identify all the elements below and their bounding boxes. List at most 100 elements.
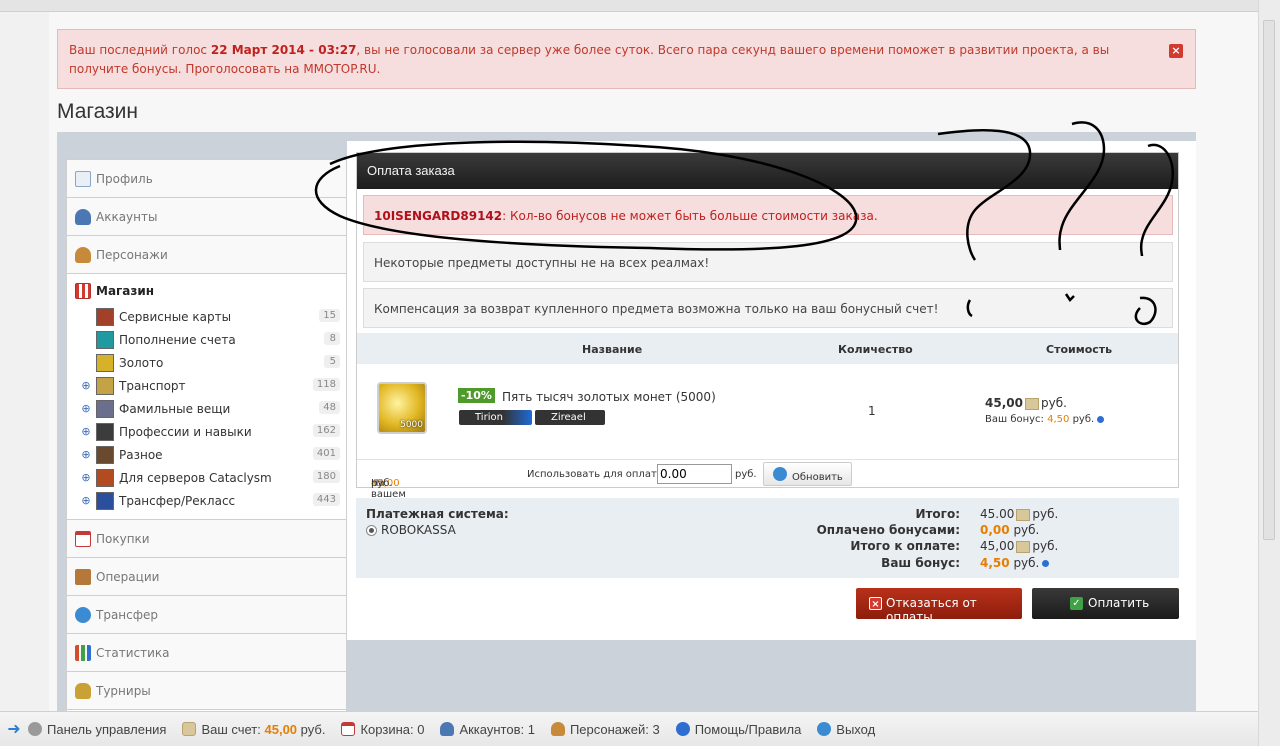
sidebar-item-accounts[interactable]: Аккаунты	[67, 198, 346, 236]
vote-alert: Ваш последний голос 22 Март 2014 - 03:27…	[57, 29, 1196, 89]
info-icon[interactable]	[1097, 415, 1105, 423]
summary-label: Оплачено бонусами:	[816, 523, 960, 537]
use-for-payment-label: Использовать для оплаты	[527, 469, 665, 480]
category-label: Фамильные вещи	[119, 401, 231, 416]
checkmark-icon: ✓	[1070, 597, 1083, 610]
wallet-icon	[75, 568, 91, 585]
sidebar-item-shop: Магазин Сервисные карты 15 Пополнение счет…	[67, 274, 346, 520]
help-link[interactable]: Помощь/Правила	[675, 722, 801, 737]
account-balance-link[interactable]: Ваш счет: 45,00 руб.	[182, 722, 325, 737]
summary-amount: 45,00	[980, 539, 1015, 553]
trophy-icon	[75, 682, 91, 699]
gold-coin-icon: 5000	[377, 382, 427, 434]
user-icon	[440, 722, 455, 736]
expand-plus-icon[interactable]: ⊕	[80, 402, 92, 415]
sidebar-item-tournaments[interactable]: Турниры	[67, 672, 346, 710]
shop-icon	[75, 283, 91, 299]
page-scrollbar[interactable]	[1258, 0, 1280, 746]
summary-value: 45.00 руб.	[980, 507, 1058, 521]
payment-option-robokassa[interactable]: ROBOKASSA	[366, 523, 456, 537]
sidebar-item-label: Покупки	[96, 531, 150, 546]
shop-category-item[interactable]: Пополнение счета 8	[75, 328, 346, 351]
pay-button[interactable]: ✓ Оплатить	[1032, 588, 1179, 619]
error-text: : Кол-во бонусов не может быть больше ст…	[502, 209, 878, 223]
sidebar-item-operations[interactable]: Операции	[67, 558, 346, 596]
item-name[interactable]: Пять тысяч золотых монет (5000)	[502, 390, 716, 404]
discount-badge: -10%	[458, 388, 495, 403]
sidebar-item-label: Профиль	[96, 171, 153, 186]
control-panel-link[interactable]: Панель управления	[28, 722, 166, 737]
cancel-payment-button[interactable]: × Отказаться от оплаты	[856, 588, 1022, 624]
scrollbar-thumb[interactable]	[1263, 20, 1275, 540]
users-icon	[550, 722, 565, 736]
sidebar-item-transfer[interactable]: Трансфер	[67, 596, 346, 634]
category-label: Золото	[119, 355, 164, 370]
table-row: 5000 -10% Пять тысяч золотых монет (5000…	[357, 364, 1178, 459]
bonus-amount-input[interactable]	[657, 464, 732, 484]
shop-category-item[interactable]: Сервисные карты 15	[75, 305, 346, 328]
shop-category-item[interactable]: ⊕ Разное 401	[75, 443, 346, 466]
column-price: Стоимость	[1046, 343, 1113, 356]
category-thumbnail-icon	[96, 491, 114, 510]
column-qty: Количество	[838, 343, 913, 356]
arrow-right-icon[interactable]: ➜	[0, 719, 28, 739]
category-count-badge: 401	[312, 447, 340, 460]
price-value: 45,00	[985, 396, 1023, 410]
characters-label: Персонажей: 3	[569, 721, 660, 737]
expand-plus-icon[interactable]: ⊕	[80, 471, 92, 484]
refresh-button[interactable]: Обновить	[763, 462, 852, 486]
sidebar-item-label: Операции	[96, 569, 160, 584]
pay-label: Оплатить	[1088, 596, 1150, 610]
summary-currency: руб.	[1032, 539, 1059, 553]
realm-tag-tirion: Tirion	[459, 410, 532, 425]
characters-link[interactable]: Персонажей: 3	[550, 721, 660, 737]
cart-link[interactable]: Корзина: 0	[341, 722, 424, 737]
realm-label: Tirion	[475, 412, 503, 423]
category-thumbnail-icon	[96, 353, 114, 372]
expand-plus-icon[interactable]: ⊕	[80, 448, 92, 461]
shop-category-item[interactable]: ⊕ Трансфер/Рекласс 443	[75, 489, 346, 512]
summary-value: 45,00 руб.	[980, 539, 1058, 553]
input-currency: руб.	[735, 469, 757, 480]
category-label: Трансфер/Рекласс	[119, 493, 236, 508]
summary-amount: 45.00	[980, 507, 1015, 521]
coin-badge: 5000	[400, 420, 423, 430]
shop-category-item[interactable]: ⊕ Профессии и навыки 162	[75, 420, 346, 443]
summary-label: Итого:	[915, 507, 960, 521]
category-count-badge: 443	[312, 493, 340, 506]
accounts-link[interactable]: Аккаунтов: 1	[440, 722, 535, 737]
close-icon[interactable]: ×	[1169, 44, 1183, 58]
expand-plus-icon[interactable]: ⊕	[80, 425, 92, 438]
summary-label: Итого к оплате:	[850, 539, 960, 553]
sidebar-item-profile[interactable]: Профиль	[67, 160, 346, 198]
shop-category-item[interactable]: ⊕ Транспорт 118	[75, 374, 346, 397]
sidebar-shop-header[interactable]: Магазин	[75, 282, 346, 300]
shop-category-item[interactable]: Золото 5	[75, 351, 346, 374]
sidebar-item-statistics[interactable]: Статистика	[67, 634, 346, 672]
category-thumbnail-icon	[96, 307, 114, 326]
control-panel-label: Панель управления	[47, 721, 167, 737]
summary-value: 0,00 руб.	[980, 523, 1039, 537]
expand-plus-icon[interactable]: ⊕	[80, 379, 92, 392]
help-icon	[675, 722, 690, 736]
logout-label: Выход	[836, 721, 876, 737]
radio-selected-icon[interactable]	[366, 525, 377, 536]
refresh-icon	[773, 467, 787, 481]
sidebar-item-label: Аккаунты	[96, 209, 158, 224]
users-icon	[75, 246, 91, 263]
logout-link[interactable]: Выход	[817, 722, 875, 737]
gear-icon	[28, 722, 42, 736]
shop-category-item[interactable]: ⊕ Для серверов Cataclysm 180	[75, 466, 346, 489]
sidebar-item-purchases[interactable]: Покупки	[67, 520, 346, 558]
sidebar-item-label: Статистика	[96, 645, 170, 660]
sidebar-item-characters[interactable]: Персонажи	[67, 236, 346, 274]
shop-category-item[interactable]: ⊕ Фамильные вещи 48	[75, 397, 346, 420]
transfer-icon	[75, 606, 91, 623]
table-header: Название Количество Стоимость	[357, 333, 1178, 364]
balance-currency: руб.	[371, 478, 393, 489]
info-icon[interactable]	[1042, 560, 1050, 567]
item-bonus: Ваш бонус: 4,50 руб.	[985, 414, 1105, 425]
error-user: 10ISENGARD89142	[374, 209, 503, 223]
expand-plus-icon[interactable]: ⊕	[80, 494, 92, 507]
order-panel: Оплата заказа 10ISENGARD89142: Кол-во бо…	[356, 152, 1179, 511]
